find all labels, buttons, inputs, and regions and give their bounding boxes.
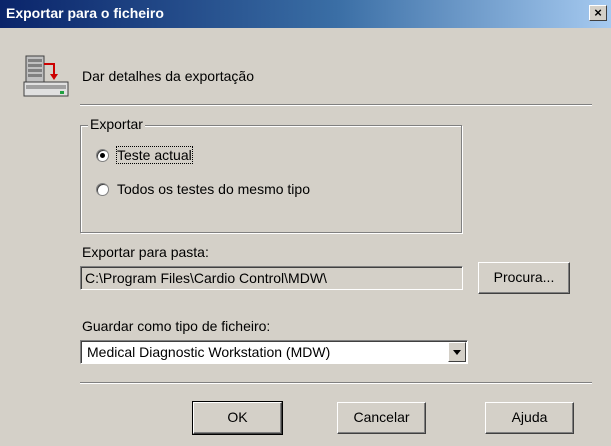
folder-label: Exportar para pasta: (82, 244, 209, 260)
radio-all-tests-label: Todos os testes do mesmo tipo (117, 181, 310, 197)
radio-button-checked[interactable] (96, 148, 109, 162)
close-icon: × (594, 5, 602, 20)
export-dialog: Exportar para o ficheiro × Dar detalhes … (0, 0, 611, 446)
close-button[interactable]: × (589, 5, 607, 21)
help-button[interactable]: Ajuda (485, 402, 574, 434)
folder-path-field[interactable]: C:\Program Files\Cardio Control\MDW\ (80, 266, 463, 290)
radio-button[interactable] (96, 182, 109, 196)
window-title: Exportar para o ficheiro (6, 5, 164, 21)
divider (80, 104, 592, 106)
radio-current-test[interactable]: Teste actual (96, 146, 193, 164)
browse-button[interactable]: Procura... (478, 262, 570, 294)
title-bar[interactable]: Exportar para o ficheiro × (0, 0, 611, 28)
export-groupbox (80, 125, 462, 233)
ok-button[interactable]: OK (192, 401, 283, 435)
radio-all-tests[interactable]: Todos os testes do mesmo tipo (96, 181, 310, 197)
divider-bottom (80, 382, 592, 384)
file-type-selected: Medical Diagnostic Workstation (MDW) (87, 344, 331, 360)
header-description: Dar detalhes da exportação (82, 68, 254, 84)
file-type-label: Guardar como tipo de ficheiro: (82, 318, 271, 334)
cancel-button[interactable]: Cancelar (337, 402, 426, 434)
radio-current-test-label: Teste actual (116, 146, 193, 164)
export-group-legend: Exportar (88, 116, 145, 132)
chevron-down-icon[interactable] (448, 342, 466, 362)
database-export-icon (22, 54, 70, 100)
file-type-select[interactable]: Medical Diagnostic Workstation (MDW) (80, 340, 468, 364)
